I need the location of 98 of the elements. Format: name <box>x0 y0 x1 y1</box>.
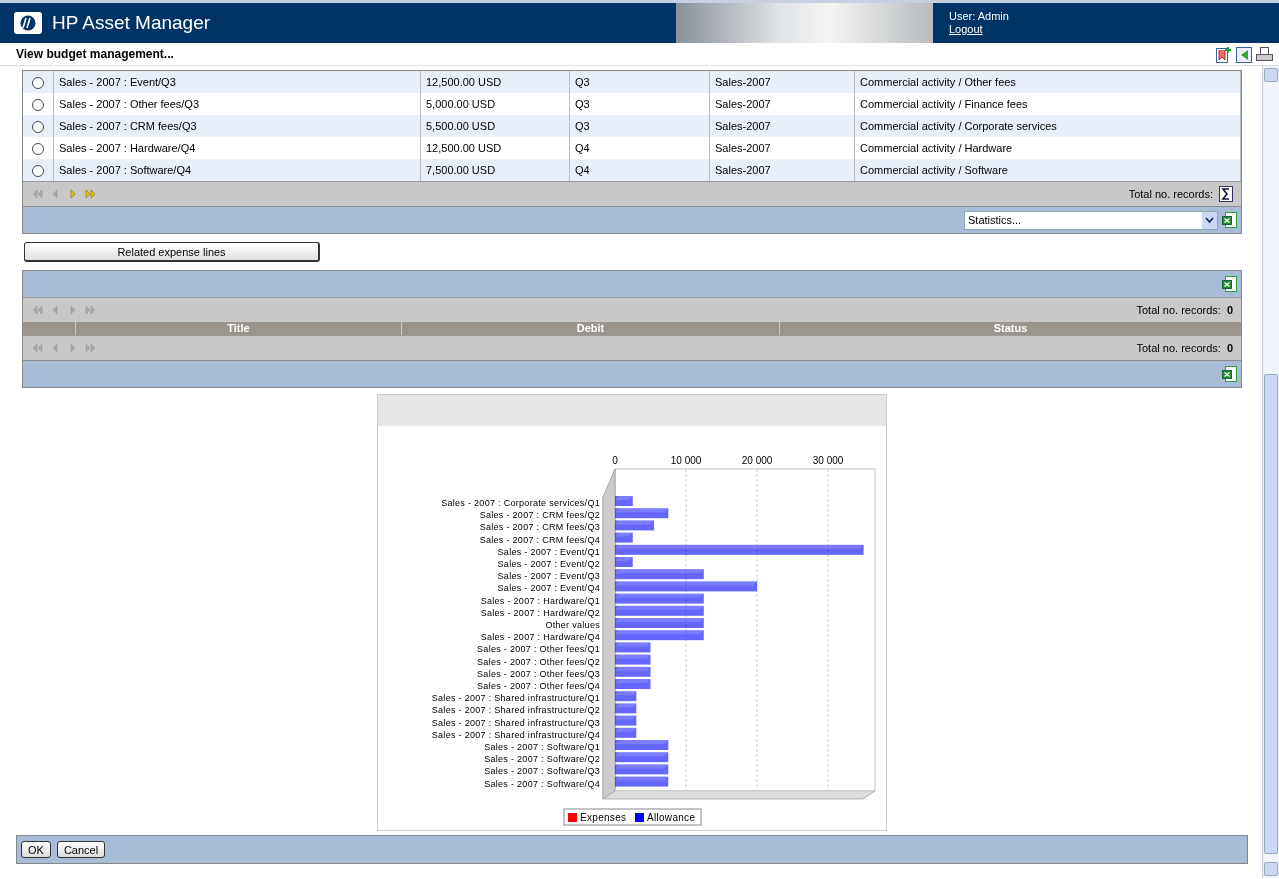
table-cell: Sales - 2007 : Software/Q4 <box>53 159 421 181</box>
category-label: Sales - 2007 : Hardware/Q1 <box>480 595 600 606</box>
table-cell: Sales - 2007 : Other fees/Q3 <box>53 93 421 115</box>
axis-tick-label: 30 000 <box>812 455 844 466</box>
table-cell: Sales-2007 <box>709 115 855 137</box>
dialog-button[interactable]: OK <box>21 841 51 858</box>
table-cell: Commercial activity / Corporate services <box>854 115 1241 137</box>
chart-bar <box>615 691 637 702</box>
total-records-label: Total no. records: <box>1128 188 1213 200</box>
axis-tick-label: 10 000 <box>670 455 702 466</box>
spreadsheet-export-icon[interactable] <box>1222 366 1237 382</box>
total-records-label: Total no. records: <box>1136 342 1221 354</box>
category-label: Sales - 2007 : Other fees/Q4 <box>477 681 600 691</box>
axis-tick-label: 20 000 <box>741 455 773 466</box>
category-label: Sales - 2007 : Software/Q4 <box>484 778 600 789</box>
category-label: Sales - 2007 : Software/Q3 <box>484 766 600 777</box>
row-radio[interactable] <box>32 142 44 155</box>
spreadsheet-export-icon[interactable] <box>1222 276 1237 292</box>
table-cell: Commercial activity / Finance fees <box>854 93 1241 115</box>
category-label: Sales - 2007 : Shared infrastructure/Q1 <box>431 693 600 704</box>
table-cell: Q4 <box>569 159 710 181</box>
chart-bar <box>615 508 669 519</box>
row-radio[interactable] <box>32 120 44 133</box>
app-title: HP Asset Manager <box>52 12 211 34</box>
dialog-button[interactable]: Cancel <box>56 841 106 858</box>
chart-bar <box>615 679 651 689</box>
table-cell: Sales - 2007 : Event/Q3 <box>53 71 421 93</box>
table-cell: 12,500.00 USD <box>420 71 570 93</box>
table-cell: Commercial activity / Software <box>854 159 1241 181</box>
table-cell: Sales - 2007 : CRM fees/Q3 <box>53 115 421 137</box>
sum-icon[interactable] <box>1219 186 1233 202</box>
category-label: Sales - 2007 : Hardware/Q2 <box>480 607 600 618</box>
table-cell: 5,500.00 USD <box>420 115 570 137</box>
table-cell: Q4 <box>569 137 710 159</box>
chart-bar <box>615 654 651 665</box>
chart-bar <box>615 666 651 677</box>
table-cell: Sales - 2007 : Hardware/Q4 <box>53 137 421 159</box>
category-label: Sales - 2007 : Event/Q4 <box>497 583 600 594</box>
row-radio[interactable] <box>32 98 44 111</box>
chart-bar <box>615 776 669 787</box>
legend-label: Expenses <box>580 812 627 823</box>
table-cell: Sales-2007 <box>709 137 855 159</box>
category-label: Sales - 2007 : Hardware/Q4 <box>480 632 600 643</box>
related-expense-lines-button[interactable]: Related expense lines <box>24 242 320 262</box>
table-cell: Commercial activity / Hardware <box>854 137 1241 159</box>
chart-bar <box>615 764 669 775</box>
spreadsheet-export-icon[interactable] <box>1222 212 1237 228</box>
chart-bar <box>615 703 637 714</box>
category-label: Sales - 2007 : Other fees/Q1 <box>477 644 600 655</box>
category-label: Sales - 2007 : Event/Q1 <box>497 546 600 557</box>
table-cell: 12,500.00 USD <box>420 137 570 159</box>
chevron-down-icon <box>1205 217 1214 223</box>
chart-bar <box>615 727 637 738</box>
category-label: Sales - 2007 : Software/Q2 <box>484 754 600 765</box>
table-cell: Sales-2007 <box>709 93 855 115</box>
row-radio[interactable] <box>32 164 44 177</box>
table-cell: Sales-2007 <box>709 159 855 181</box>
chart-bar <box>615 715 637 726</box>
table-cell: Sales-2007 <box>709 71 855 93</box>
bookmark-add-icon[interactable] <box>1216 45 1232 63</box>
table-cell: Commercial activity / Other fees <box>854 71 1241 93</box>
axis-tick-label: 0 <box>612 455 618 466</box>
legend-label: Allowance <box>647 812 696 823</box>
category-label: Sales - 2007 : Software/Q1 <box>484 742 600 752</box>
category-label: Sales - 2007 : Shared infrastructure/Q3 <box>431 717 600 728</box>
category-label: Other values <box>545 620 600 630</box>
table-cell: 5,000.00 USD <box>420 93 570 115</box>
category-label: Sales - 2007 : Corporate services/Q1 <box>441 498 600 508</box>
back-icon[interactable] <box>1236 45 1252 63</box>
category-label: Sales - 2007 : Shared infrastructure/Q2 <box>431 705 600 716</box>
logo-icon <box>14 12 42 34</box>
total-records-label: Total no. records: <box>1136 304 1221 316</box>
table-cell: Q3 <box>569 71 710 93</box>
category-label: Sales - 2007 : Other fees/Q3 <box>477 668 600 679</box>
category-label: Sales - 2007 : CRM fees/Q2 <box>479 510 600 521</box>
category-label: Sales - 2007 : Shared infrastructure/Q4 <box>431 729 600 740</box>
logout-link[interactable]: Logout <box>949 23 1279 36</box>
print-icon[interactable] <box>1256 45 1273 63</box>
last-page-icon[interactable] <box>85 188 97 200</box>
table-cell: 7,500.00 USD <box>420 159 570 181</box>
statistics-dropdown[interactable]: Statistics... <box>964 210 1218 230</box>
category-label: Sales - 2007 : CRM fees/Q4 <box>479 534 600 545</box>
row-radio[interactable] <box>32 76 44 89</box>
chart-bar <box>615 752 669 763</box>
category-label: Sales - 2007 : Event/Q3 <box>497 571 600 582</box>
page-title: View budget management... <box>16 47 174 61</box>
total-records-count: 0 <box>1226 304 1233 316</box>
user-label: User: Admin <box>949 10 1010 23</box>
category-label: Sales - 2007 : Other fees/Q2 <box>477 656 600 667</box>
chart-bar <box>615 740 669 750</box>
category-label: Sales - 2007 : CRM fees/Q3 <box>479 522 600 533</box>
table-cell: Q3 <box>569 93 710 115</box>
scrollbar[interactable] <box>1262 66 1279 878</box>
chart-bar <box>615 496 633 506</box>
total-records-count: 0 <box>1226 342 1233 354</box>
category-label: Sales - 2007 : Event/Q2 <box>497 559 600 569</box>
chart-bar <box>615 557 633 567</box>
table-cell: Q3 <box>569 115 710 137</box>
